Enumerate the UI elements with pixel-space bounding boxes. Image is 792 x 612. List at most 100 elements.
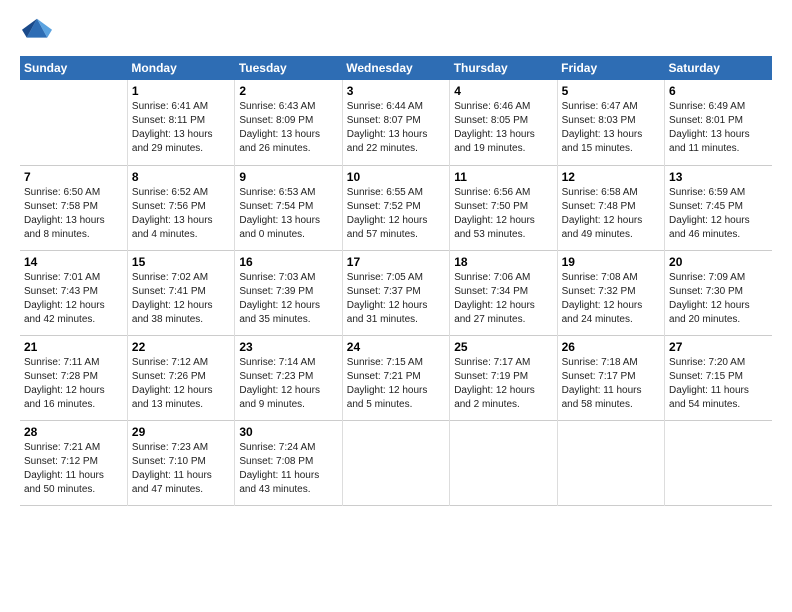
day-info: Sunrise: 6:47 AM Sunset: 8:03 PM Dayligh… [562,100,660,156]
calendar-cell [20,80,127,165]
day-number: 30 [239,425,337,439]
day-number: 12 [562,170,660,184]
day-number: 18 [454,255,552,269]
day-number: 25 [454,340,552,354]
day-info: Sunrise: 6:50 AM Sunset: 7:58 PM Dayligh… [24,186,123,242]
day-header-monday: Monday [127,56,234,80]
calendar-cell: 14 Sunrise: 7:01 AM Sunset: 7:43 PM Dayli… [20,250,127,335]
day-info: Sunrise: 7:09 AM Sunset: 7:30 PM Dayligh… [669,271,768,327]
day-info: Sunrise: 6:46 AM Sunset: 8:05 PM Dayligh… [454,100,552,156]
day-info: Sunrise: 7:12 AM Sunset: 7:26 PM Dayligh… [132,356,230,412]
calendar-cell: 30 Sunrise: 7:24 AM Sunset: 7:08 PM Dayli… [235,420,342,505]
day-info: Sunrise: 6:58 AM Sunset: 7:48 PM Dayligh… [562,186,660,242]
week-row-3: 14 Sunrise: 7:01 AM Sunset: 7:43 PM Dayli… [20,250,772,335]
calendar-cell: 15 Sunrise: 7:02 AM Sunset: 7:41 PM Dayli… [127,250,234,335]
day-header-friday: Friday [557,56,664,80]
calendar-cell: 7 Sunrise: 6:50 AM Sunset: 7:58 PM Daylig… [20,165,127,250]
calendar-cell [665,420,772,505]
day-number: 26 [562,340,660,354]
day-info: Sunrise: 6:52 AM Sunset: 7:56 PM Dayligh… [132,186,230,242]
day-info: Sunrise: 6:49 AM Sunset: 8:01 PM Dayligh… [669,100,768,156]
day-number: 20 [669,255,768,269]
day-number: 14 [24,255,123,269]
calendar-cell [557,420,664,505]
calendar-cell: 16 Sunrise: 7:03 AM Sunset: 7:39 PM Dayli… [235,250,342,335]
day-number: 29 [132,425,230,439]
calendar-cell: 26 Sunrise: 7:18 AM Sunset: 7:17 PM Dayli… [557,335,664,420]
calendar-cell: 17 Sunrise: 7:05 AM Sunset: 7:37 PM Dayli… [342,250,449,335]
calendar-cell: 3 Sunrise: 6:44 AM Sunset: 8:07 PM Daylig… [342,80,449,165]
calendar-cell: 12 Sunrise: 6:58 AM Sunset: 7:48 PM Dayli… [557,165,664,250]
day-header-sunday: Sunday [20,56,127,80]
day-info: Sunrise: 7:02 AM Sunset: 7:41 PM Dayligh… [132,271,230,327]
day-number: 1 [132,84,230,98]
day-number: 7 [24,170,123,184]
day-info: Sunrise: 7:03 AM Sunset: 7:39 PM Dayligh… [239,271,337,327]
day-number: 5 [562,84,660,98]
day-number: 16 [239,255,337,269]
day-number: 4 [454,84,552,98]
day-header-tuesday: Tuesday [235,56,342,80]
day-number: 9 [239,170,337,184]
day-number: 2 [239,84,337,98]
day-info: Sunrise: 7:01 AM Sunset: 7:43 PM Dayligh… [24,271,123,327]
day-info: Sunrise: 6:43 AM Sunset: 8:09 PM Dayligh… [239,100,337,156]
day-number: 6 [669,84,768,98]
calendar-cell [450,420,557,505]
calendar-cell: 24Sunrise: 7:15 AM Sunset: 7:21 PM Dayli… [342,335,449,420]
day-info: Sunrise: 7:05 AM Sunset: 7:37 PM Dayligh… [347,271,445,327]
day-info: Sunrise: 7:18 AM Sunset: 7:17 PM Dayligh… [562,356,660,412]
day-info: Sunrise: 6:56 AM Sunset: 7:50 PM Dayligh… [454,186,552,242]
day-header-saturday: Saturday [665,56,772,80]
calendar-cell: 10 Sunrise: 6:55 AM Sunset: 7:52 PM Dayli… [342,165,449,250]
week-row-2: 7 Sunrise: 6:50 AM Sunset: 7:58 PM Daylig… [20,165,772,250]
calendar-cell: 27Sunrise: 7:20 AM Sunset: 7:15 PM Dayli… [665,335,772,420]
day-number: 17 [347,255,445,269]
week-row-1: 1 Sunrise: 6:41 AM Sunset: 8:11 PM Daylig… [20,80,772,165]
logo [20,15,52,48]
calendar-cell: 6 Sunrise: 6:49 AM Sunset: 8:01 PM Daylig… [665,80,772,165]
day-info: Sunrise: 6:59 AM Sunset: 7:45 PM Dayligh… [669,186,768,242]
day-info: Sunrise: 7:17 AM Sunset: 7:19 PM Dayligh… [454,356,552,412]
day-info: Sunrise: 7:11 AM Sunset: 7:28 PM Dayligh… [24,356,123,412]
day-number: 28 [24,425,123,439]
calendar-cell: 4 Sunrise: 6:46 AM Sunset: 8:05 PM Daylig… [450,80,557,165]
day-number: 23 [239,340,337,354]
calendar-cell: 28 Sunrise: 7:21 AM Sunset: 7:12 PM Dayli… [20,420,127,505]
calendar-cell: 22 Sunrise: 7:12 AM Sunset: 7:26 PM Dayli… [127,335,234,420]
calendar-cell [342,420,449,505]
calendar-cell: 19Sunrise: 7:08 AM Sunset: 7:32 PM Dayli… [557,250,664,335]
day-info: Sunrise: 6:41 AM Sunset: 8:11 PM Dayligh… [132,100,230,156]
week-row-4: 21 Sunrise: 7:11 AM Sunset: 7:28 PM Dayli… [20,335,772,420]
day-info: Sunrise: 6:53 AM Sunset: 7:54 PM Dayligh… [239,186,337,242]
day-number: 8 [132,170,230,184]
day-info: Sunrise: 7:20 AM Sunset: 7:15 PM Dayligh… [669,356,768,412]
day-info: Sunrise: 7:24 AM Sunset: 7:08 PM Dayligh… [239,441,337,497]
calendar-cell: 20 Sunrise: 7:09 AM Sunset: 7:30 PM Dayli… [665,250,772,335]
day-number: 3 [347,84,445,98]
calendar-cell: 1 Sunrise: 6:41 AM Sunset: 8:11 PM Daylig… [127,80,234,165]
calendar-cell: 25 Sunrise: 7:17 AM Sunset: 7:19 PM Dayli… [450,335,557,420]
day-number: 19 [562,255,660,269]
calendar-cell: 11 Sunrise: 6:56 AM Sunset: 7:50 PM Dayli… [450,165,557,250]
calendar-cell: 9 Sunrise: 6:53 AM Sunset: 7:54 PM Daylig… [235,165,342,250]
calendar-cell: 5 Sunrise: 6:47 AM Sunset: 8:03 PM Daylig… [557,80,664,165]
calendar-cell: 18Sunrise: 7:06 AM Sunset: 7:34 PM Dayli… [450,250,557,335]
page-header [20,15,772,48]
day-number: 21 [24,340,123,354]
header-row: SundayMondayTuesdayWednesdayThursdayFrid… [20,56,772,80]
calendar-cell: 2 Sunrise: 6:43 AM Sunset: 8:09 PM Daylig… [235,80,342,165]
calendar-cell: 8 Sunrise: 6:52 AM Sunset: 7:56 PM Daylig… [127,165,234,250]
day-number: 10 [347,170,445,184]
day-header-wednesday: Wednesday [342,56,449,80]
day-number: 15 [132,255,230,269]
day-info: Sunrise: 6:55 AM Sunset: 7:52 PM Dayligh… [347,186,445,242]
day-number: 13 [669,170,768,184]
day-info: Sunrise: 7:21 AM Sunset: 7:12 PM Dayligh… [24,441,123,497]
day-info: Sunrise: 7:14 AM Sunset: 7:23 PM Dayligh… [239,356,337,412]
day-number: 11 [454,170,552,184]
day-info: Sunrise: 7:15 AM Sunset: 7:21 PM Dayligh… [347,356,445,412]
day-info: Sunrise: 6:44 AM Sunset: 8:07 PM Dayligh… [347,100,445,156]
calendar-table: SundayMondayTuesdayWednesdayThursdayFrid… [20,56,772,506]
day-number: 22 [132,340,230,354]
